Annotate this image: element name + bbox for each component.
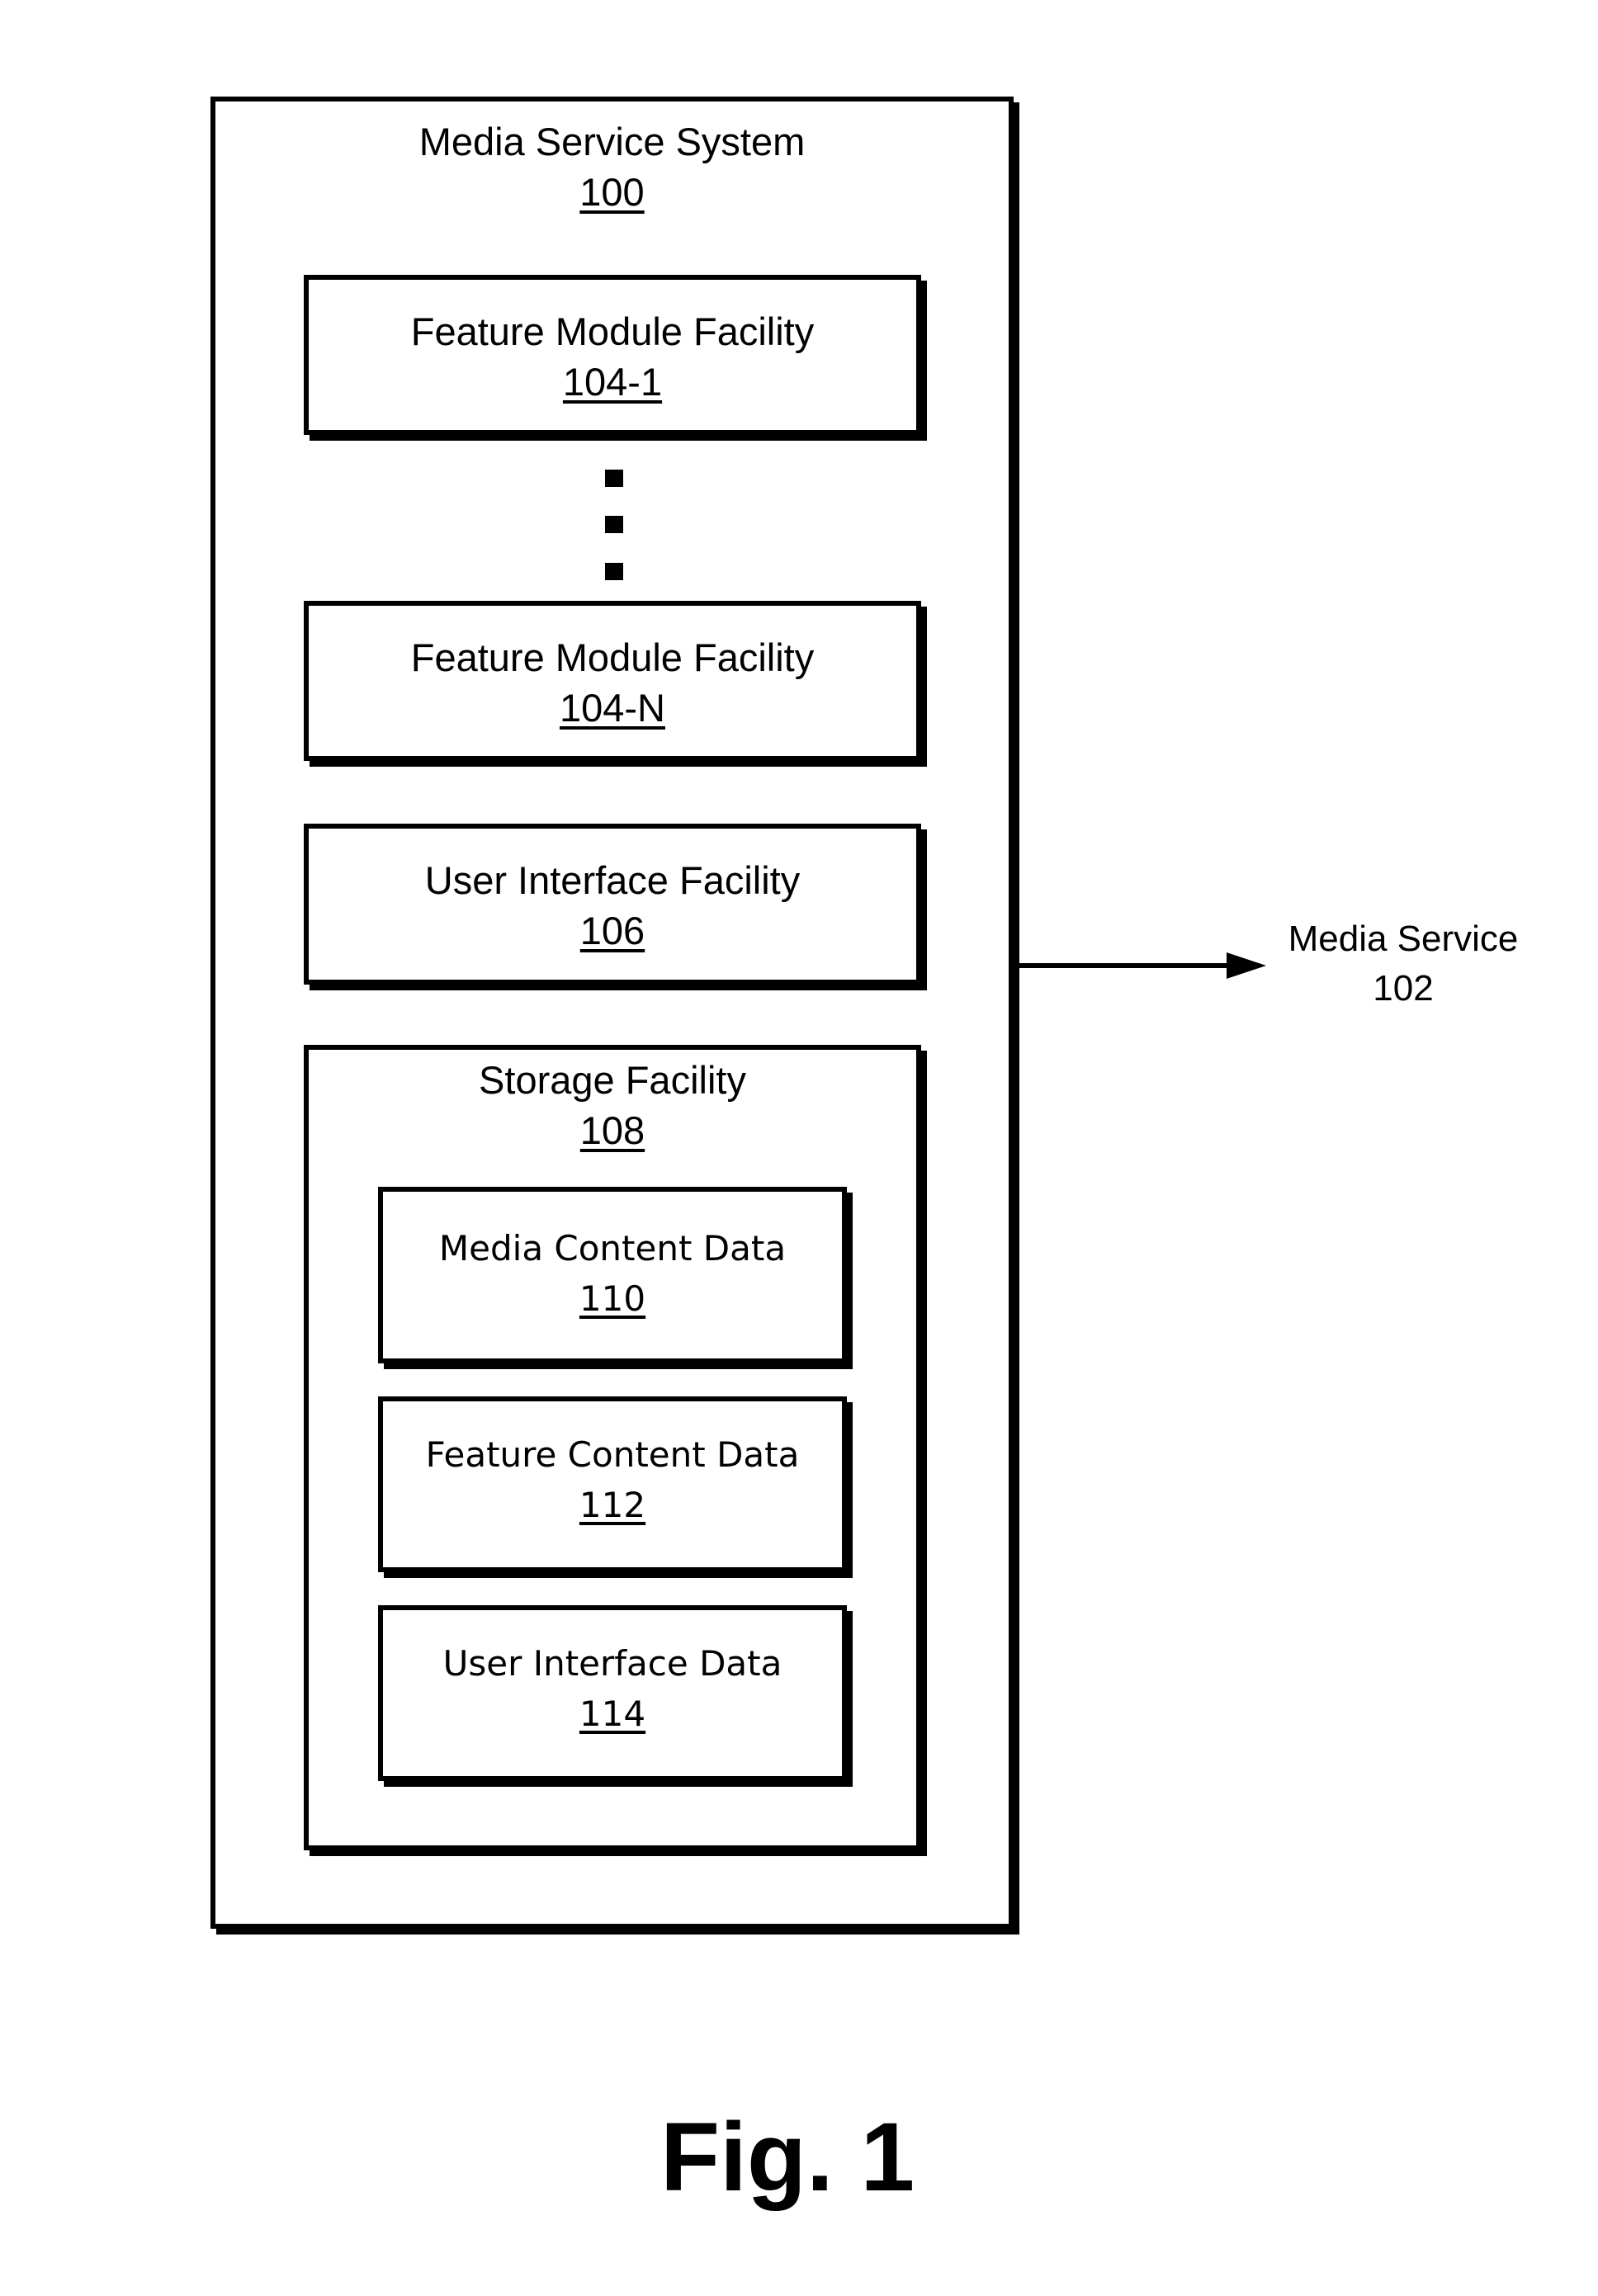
feature-module-facility-first-box: Feature Module Facility 104-1 (304, 275, 921, 435)
feature-module-facility-first-title: Feature Module Facility (410, 309, 815, 353)
user-interface-data-label: User Interface Data 114 (383, 1638, 842, 1739)
media-service-ref: 102 (1373, 968, 1434, 1009)
media-content-data-box: Media Content Data 110 (378, 1187, 847, 1363)
ellipsis-dot-1 (605, 470, 623, 487)
feature-module-facility-last-ref: 104-N (559, 686, 665, 730)
user-interface-data-title: User Interface Data (442, 1643, 782, 1684)
storage-facility-ref: 108 (579, 1108, 645, 1152)
feature-module-facility-last-title: Feature Module Facility (410, 635, 815, 679)
feature-content-data-title: Feature Content Data (425, 1434, 800, 1475)
feature-content-data-label: Feature Content Data 112 (383, 1429, 842, 1530)
storage-facility-title: Storage Facility (479, 1058, 746, 1102)
user-interface-facility-ref: 106 (579, 909, 645, 952)
feature-module-facility-first-ref: 104-1 (562, 360, 663, 404)
feature-module-facility-first-label: Feature Module Facility 104-1 (309, 306, 916, 407)
media-service-label: Media Service 102 (1271, 914, 1535, 1013)
user-interface-data-ref: 114 (579, 1694, 646, 1734)
media-service-system-ref: 100 (579, 170, 645, 214)
connector-line (1019, 963, 1228, 968)
user-interface-facility-title: User Interface Facility (424, 858, 801, 902)
media-content-data-ref: 110 (579, 1278, 646, 1319)
media-content-data-title: Media Content Data (438, 1228, 787, 1268)
arrowhead-icon (1227, 952, 1266, 979)
user-interface-facility-box: User Interface Facility 106 (304, 824, 921, 985)
feature-content-data-ref: 112 (579, 1485, 646, 1525)
media-service-system-title: Media Service System (418, 120, 806, 163)
media-service-title: Media Service (1288, 919, 1519, 959)
user-interface-data-box: User Interface Data 114 (378, 1605, 847, 1781)
media-service-system-label: Media Service System 100 (215, 116, 1009, 217)
feature-module-facility-last-label: Feature Module Facility 104-N (309, 632, 916, 733)
feature-content-data-box: Feature Content Data 112 (378, 1396, 847, 1572)
ellipsis-dot-3 (605, 563, 623, 580)
media-content-data-label: Media Content Data 110 (383, 1223, 842, 1324)
user-interface-facility-label: User Interface Facility 106 (309, 855, 916, 956)
feature-module-facility-last-box: Feature Module Facility 104-N (304, 601, 921, 761)
ellipsis-dot-2 (605, 516, 623, 533)
figure-caption: Fig. 1 (660, 2103, 915, 2212)
storage-facility-label: Storage Facility 108 (309, 1055, 916, 1155)
